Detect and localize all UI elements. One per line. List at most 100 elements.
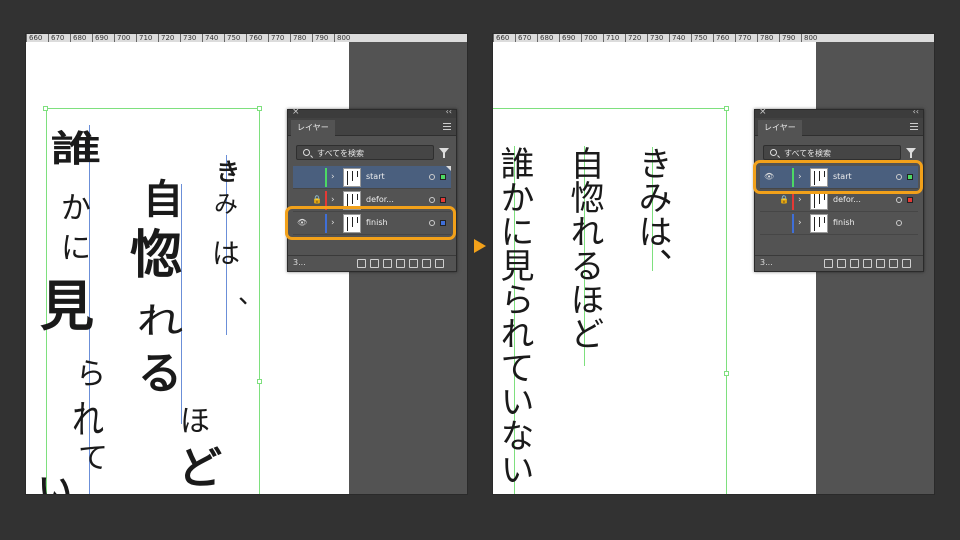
layer-count: 3... bbox=[760, 258, 773, 267]
target-icon[interactable] bbox=[429, 197, 435, 203]
ruler-tick: 770 bbox=[268, 34, 284, 42]
deformed-glyph: き bbox=[216, 158, 240, 186]
filter-icon[interactable] bbox=[439, 148, 449, 158]
trash-icon[interactable] bbox=[902, 259, 911, 268]
ruler-tick: 780 bbox=[290, 34, 306, 42]
layer-name[interactable]: start bbox=[366, 172, 385, 182]
tab-layers[interactable]: レイヤー bbox=[291, 120, 335, 136]
bounding-handle[interactable] bbox=[257, 106, 262, 111]
chevron-right-icon[interactable]: › bbox=[798, 217, 802, 229]
search-input[interactable]: すべてを検索 bbox=[296, 145, 434, 160]
close-icon[interactable]: × bbox=[292, 107, 300, 117]
bounding-handle[interactable] bbox=[724, 371, 729, 376]
layer-row-start[interactable]: › start bbox=[293, 166, 451, 189]
search-input[interactable]: すべてを検索 bbox=[763, 145, 901, 160]
target-icon[interactable] bbox=[429, 174, 435, 180]
horizontal-ruler: 660 670 680 690 700 710 720 730 740 750 … bbox=[493, 34, 934, 42]
right-screenshot: 660 670 680 690 700 710 720 730 740 750 … bbox=[492, 33, 935, 495]
ruler-tick: 750 bbox=[691, 34, 707, 42]
layer-color-bar bbox=[325, 168, 327, 187]
selection-swatch bbox=[907, 197, 913, 203]
ruler-tick: 690 bbox=[92, 34, 108, 42]
deformed-glyph: 惚 bbox=[130, 226, 183, 286]
new-layer-icon[interactable] bbox=[889, 259, 898, 268]
ruler-tick: 790 bbox=[779, 34, 795, 42]
arrow-right-icon bbox=[474, 239, 486, 253]
chevron-right-icon[interactable]: › bbox=[331, 194, 335, 206]
clipping-mask-icon[interactable] bbox=[863, 259, 872, 268]
ruler-tick: 760 bbox=[246, 34, 262, 42]
panel-menu-icon[interactable] bbox=[910, 123, 918, 130]
deformed-glyph: て bbox=[78, 441, 108, 476]
vertical-text-line-3: 誰かに見られていない bbox=[494, 146, 534, 486]
export-icon[interactable] bbox=[370, 259, 379, 268]
close-icon[interactable]: × bbox=[759, 107, 767, 117]
ruler-tick: 680 bbox=[537, 34, 553, 42]
deformed-glyph: み bbox=[214, 190, 238, 218]
left-screenshot: 660 670 680 690 700 710 720 730 740 750 … bbox=[25, 33, 468, 495]
panel-header: レイヤー bbox=[288, 118, 456, 136]
layer-row-finish[interactable]: › finish bbox=[760, 212, 918, 235]
panel-menu-icon[interactable] bbox=[443, 123, 451, 130]
search-icon bbox=[770, 149, 777, 156]
vertical-text-line-1: きみは、 bbox=[632, 146, 672, 282]
collect-icon[interactable] bbox=[357, 259, 366, 268]
filter-icon[interactable] bbox=[906, 148, 916, 158]
collect-icon[interactable] bbox=[824, 259, 833, 268]
footer-icons bbox=[824, 259, 911, 268]
deformed-glyph: 自 bbox=[143, 177, 183, 223]
deformed-glyph: ら bbox=[76, 357, 106, 392]
lock-icon[interactable]: 🔒 bbox=[779, 194, 789, 206]
deformed-glyph: い bbox=[38, 471, 72, 495]
ruler-tick: 720 bbox=[625, 34, 641, 42]
deformed-glyph: 見 bbox=[40, 275, 94, 338]
ruler-tick: 730 bbox=[180, 34, 196, 42]
layer-name[interactable]: defor... bbox=[833, 195, 861, 205]
layers-panel[interactable]: × ‹‹ レイヤー すべてを検索 › start 🔒 › defor... 👁 … bbox=[287, 107, 457, 272]
lock-icon[interactable]: 🔒 bbox=[312, 194, 322, 206]
tab-layers[interactable]: レイヤー bbox=[758, 120, 802, 136]
trash-icon[interactable] bbox=[435, 259, 444, 268]
collapse-icon[interactable]: ‹‹ bbox=[446, 107, 452, 116]
clipping-mask-icon[interactable] bbox=[396, 259, 405, 268]
locate-icon[interactable] bbox=[383, 259, 392, 268]
ruler-tick: 710 bbox=[603, 34, 619, 42]
search-placeholder: すべてを検索 bbox=[317, 149, 364, 158]
new-sublayer-icon[interactable] bbox=[876, 259, 885, 268]
locate-icon[interactable] bbox=[850, 259, 859, 268]
ruler-tick: 740 bbox=[202, 34, 218, 42]
ruler-tick: 680 bbox=[70, 34, 86, 42]
layer-color-bar bbox=[792, 214, 794, 233]
search-placeholder: すべてを検索 bbox=[784, 149, 831, 158]
chevron-right-icon[interactable]: › bbox=[798, 194, 802, 206]
layer-count: 3... bbox=[293, 258, 306, 267]
export-icon[interactable] bbox=[837, 259, 846, 268]
bounding-handle[interactable] bbox=[257, 379, 262, 384]
bounding-handle[interactable] bbox=[724, 106, 729, 111]
highlight-start-layer bbox=[753, 160, 923, 194]
panel-titlebar: × ‹‹ bbox=[288, 107, 456, 118]
ruler-tick: 730 bbox=[647, 34, 663, 42]
ruler-tick: 700 bbox=[114, 34, 130, 42]
collapse-icon[interactable]: ‹‹ bbox=[913, 107, 919, 116]
target-icon[interactable] bbox=[896, 220, 902, 226]
layer-thumbnail bbox=[343, 168, 361, 187]
ruler-tick: 710 bbox=[136, 34, 152, 42]
bounding-handle[interactable] bbox=[43, 106, 48, 111]
selection-swatch bbox=[440, 174, 446, 180]
ruler-tick: 770 bbox=[735, 34, 751, 42]
deformed-glyph: か bbox=[61, 191, 91, 226]
new-layer-icon[interactable] bbox=[422, 259, 431, 268]
search-icon bbox=[303, 149, 310, 156]
ruler-tick: 750 bbox=[224, 34, 240, 42]
layer-name[interactable]: finish bbox=[833, 218, 855, 228]
ruler-tick: 670 bbox=[515, 34, 531, 42]
chevron-right-icon[interactable]: › bbox=[331, 171, 335, 183]
deformed-glyph: は bbox=[212, 237, 241, 270]
ruler-tick: 780 bbox=[757, 34, 773, 42]
target-icon[interactable] bbox=[896, 197, 902, 203]
deformed-glyph: ど bbox=[178, 443, 222, 494]
new-sublayer-icon[interactable] bbox=[409, 259, 418, 268]
layer-name[interactable]: defor... bbox=[366, 195, 394, 205]
deformed-glyph: に bbox=[61, 231, 91, 266]
